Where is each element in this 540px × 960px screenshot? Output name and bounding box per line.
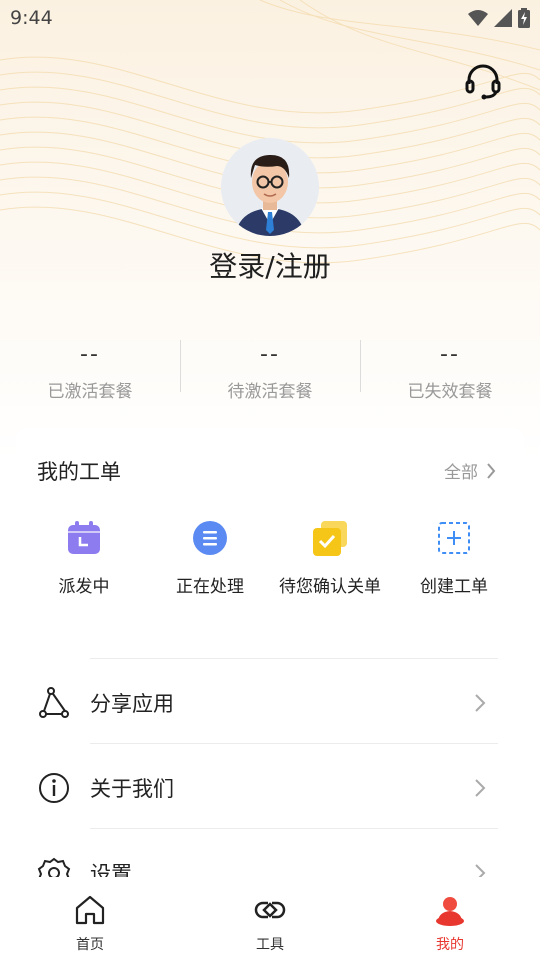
stat-label: 已激活套餐 <box>47 382 133 402</box>
chevron-right-icon <box>475 694 486 712</box>
menu-about-us[interactable]: 关于我们 <box>0 743 540 828</box>
info-icon <box>39 773 69 803</box>
tab-label: 工具 <box>256 937 284 953</box>
view-all-orders-link[interactable]: 全部 <box>444 458 496 483</box>
menu-label: 关于我们 <box>90 777 174 801</box>
stat-activated[interactable]: -- 已激活套餐 <box>0 330 180 410</box>
avatar[interactable] <box>221 138 319 236</box>
stat-pending[interactable]: -- 待激活套餐 <box>180 330 360 410</box>
chevron-right-icon <box>487 462 496 479</box>
tab-mine[interactable]: 我的 <box>410 877 490 954</box>
chevron-right-icon <box>475 779 486 797</box>
stat-value: -- <box>260 342 280 367</box>
order-label: 创建工单 <box>420 577 488 597</box>
tools-icon <box>254 901 286 919</box>
battery-charging-icon <box>518 8 530 28</box>
divider <box>360 340 361 392</box>
order-label: 正在处理 <box>176 577 244 597</box>
login-register-link[interactable]: 登录/注册 <box>0 245 540 285</box>
headset-icon <box>465 64 501 100</box>
order-dispatching[interactable]: 派发中 <box>36 520 132 597</box>
list-icon <box>193 521 227 555</box>
share-icon <box>39 687 69 718</box>
tab-home[interactable]: 首页 <box>50 877 130 954</box>
divider <box>90 743 498 744</box>
divider <box>90 828 498 829</box>
plus-icon <box>438 522 470 554</box>
status-icons <box>468 8 530 28</box>
calendar-icon <box>68 521 100 554</box>
check-icon <box>313 521 347 556</box>
order-label: 待您确认关单 <box>279 577 381 597</box>
status-bar: 9:44 <box>0 0 540 36</box>
wifi-icon <box>468 10 488 26</box>
status-time: 9:44 <box>10 7 53 29</box>
order-create[interactable]: 创建工单 <box>406 520 502 597</box>
work-orders-card: 我的工单 全部 派发中 正在处理 待您确认关单 创建工单 <box>16 428 524 608</box>
divider <box>180 340 181 392</box>
tab-tools[interactable]: 工具 <box>230 877 310 954</box>
stat-value: -- <box>80 342 100 367</box>
settings-menu: 分享应用 关于我们 设置 <box>0 658 540 913</box>
work-orders-title: 我的工单 <box>37 460 121 484</box>
menu-label: 分享应用 <box>90 692 174 716</box>
user-icon <box>436 897 464 926</box>
signal-icon <box>494 9 512 27</box>
order-processing[interactable]: 正在处理 <box>162 520 258 597</box>
tab-label: 首页 <box>76 937 104 953</box>
stat-label: 已失效套餐 <box>407 382 493 402</box>
stat-label: 待激活套餐 <box>227 382 313 402</box>
tab-label: 我的 <box>436 937 464 953</box>
divider <box>90 658 498 659</box>
package-stats: -- 已激活套餐 -- 待激活套餐 -- 已失效套餐 <box>0 330 540 410</box>
order-label: 派发中 <box>58 577 110 597</box>
view-all-label: 全部 <box>444 463 478 483</box>
order-awaiting-confirmation[interactable]: 待您确认关单 <box>272 520 388 597</box>
bottom-tab-bar: 首页 工具 我的 <box>0 877 540 960</box>
home-icon <box>75 895 105 925</box>
stat-expired[interactable]: -- 已失效套餐 <box>360 330 540 410</box>
avatar-image <box>221 138 319 236</box>
menu-share-app[interactable]: 分享应用 <box>0 658 540 743</box>
stat-value: -- <box>440 342 460 367</box>
customer-service-button[interactable] <box>464 62 502 100</box>
